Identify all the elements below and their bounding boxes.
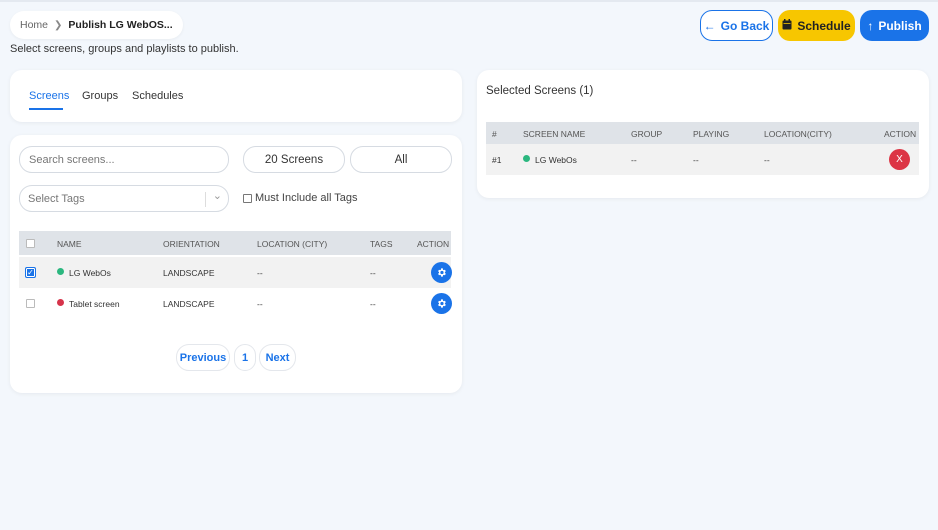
col-action: ACTION: [884, 129, 917, 139]
screen-name: LG WebOs: [69, 268, 111, 278]
arrow-left-icon: ←: [703, 18, 716, 33]
row-checkbox-checked[interactable]: ✓: [25, 267, 36, 278]
breadcrumb: Home ❯ Publish LG WebOS...: [10, 11, 183, 39]
row-checkbox[interactable]: [26, 299, 35, 308]
select-all-checkbox[interactable]: [26, 239, 35, 248]
screen-orientation: LANDSCAPE: [163, 299, 215, 309]
screen-location: --: [764, 155, 770, 165]
publish-label: Publish: [878, 18, 922, 33]
row-index: #1: [492, 155, 502, 165]
screen-group: --: [631, 155, 637, 165]
gear-icon[interactable]: [431, 262, 452, 283]
screen-tags: --: [370, 268, 376, 278]
page-subtitle: Select screens, groups and playlists to …: [10, 43, 239, 55]
go-back-label: Go Back: [720, 18, 770, 33]
table-row[interactable]: ✓ LG WebOs LANDSCAPE -- --: [19, 257, 452, 288]
screen-name: LG WebOs: [535, 155, 577, 165]
active-tab-indicator: [29, 108, 63, 110]
table-row: #1 LG WebOs -- -- -- X: [486, 144, 919, 175]
breadcrumb-home[interactable]: Home: [20, 19, 48, 31]
breadcrumb-current: Publish LG WebOS...: [68, 19, 173, 31]
gear-icon[interactable]: [431, 293, 452, 314]
schedule-button[interactable]: Schedule: [778, 10, 855, 41]
selected-screens-title: Selected Screens (1): [486, 85, 594, 97]
must-include-label: Must Include all Tags: [255, 192, 358, 204]
col-tags: TAGS: [370, 239, 393, 249]
select-divider: [205, 192, 206, 207]
tab-groups[interactable]: Groups: [82, 90, 118, 102]
screen-orientation: LANDSCAPE: [163, 268, 215, 278]
screen-count-badge: 20 Screens: [243, 146, 345, 173]
must-include-tags-checkbox[interactable]: Must Include all Tags: [243, 192, 358, 204]
publish-button[interactable]: ↑ Publish: [860, 10, 929, 41]
screen-name: Tablet screen: [69, 299, 120, 309]
selected-table-header: # SCREEN NAME GROUP PLAYING LOCATION(CIT…: [486, 122, 919, 144]
tags-select[interactable]: Select Tags ⌄: [19, 185, 229, 212]
tabs-card: Screens Groups Schedules: [10, 70, 462, 122]
screen-playing: --: [693, 155, 699, 165]
col-screen-name: SCREEN NAME: [523, 129, 586, 139]
arrow-up-icon: ↑: [867, 18, 874, 33]
col-location: LOCATION (CITY): [257, 239, 328, 249]
previous-page-button[interactable]: Previous: [176, 344, 230, 371]
screens-table-header: NAME ORIENTATION LOCATION (CITY) TAGS AC…: [19, 231, 451, 255]
col-name: NAME: [57, 239, 82, 249]
selected-screens-card: Selected Screens (1) # SCREEN NAME GROUP…: [477, 70, 929, 198]
col-group: GROUP: [631, 129, 663, 139]
screens-list-card: 20 Screens All Select Tags ⌄ Must Includ…: [10, 135, 462, 393]
page-number-button[interactable]: 1: [234, 344, 256, 371]
status-dot-offline: [57, 299, 64, 306]
col-orientation: ORIENTATION: [163, 239, 220, 249]
status-dot-online: [57, 268, 64, 275]
next-page-button[interactable]: Next: [259, 344, 296, 371]
col-action: ACTION: [417, 239, 450, 249]
top-border: [0, 0, 938, 2]
go-back-button[interactable]: ← Go Back: [700, 10, 773, 41]
tags-select-placeholder: Select Tags: [28, 192, 85, 205]
screen-location: --: [257, 299, 263, 309]
screen-tags: --: [370, 299, 376, 309]
tab-schedules[interactable]: Schedules: [132, 90, 183, 102]
col-location: LOCATION(CITY): [764, 129, 832, 139]
chevron-right-icon: ❯: [54, 19, 63, 31]
schedule-label: Schedule: [797, 18, 851, 33]
table-row[interactable]: Tablet screen LANDSCAPE -- --: [19, 288, 452, 319]
tab-screens[interactable]: Screens: [29, 90, 69, 102]
filter-all-dropdown[interactable]: All: [350, 146, 452, 173]
col-playing: PLAYING: [693, 129, 730, 139]
remove-screen-button[interactable]: X: [889, 149, 910, 170]
col-index: #: [492, 129, 497, 139]
screen-location: --: [257, 268, 263, 278]
calendar-icon: [782, 18, 792, 33]
search-input[interactable]: [19, 146, 229, 173]
checkbox-box[interactable]: [243, 193, 252, 203]
chevron-down-icon: ⌄: [212, 190, 222, 202]
status-dot-online: [523, 155, 530, 162]
